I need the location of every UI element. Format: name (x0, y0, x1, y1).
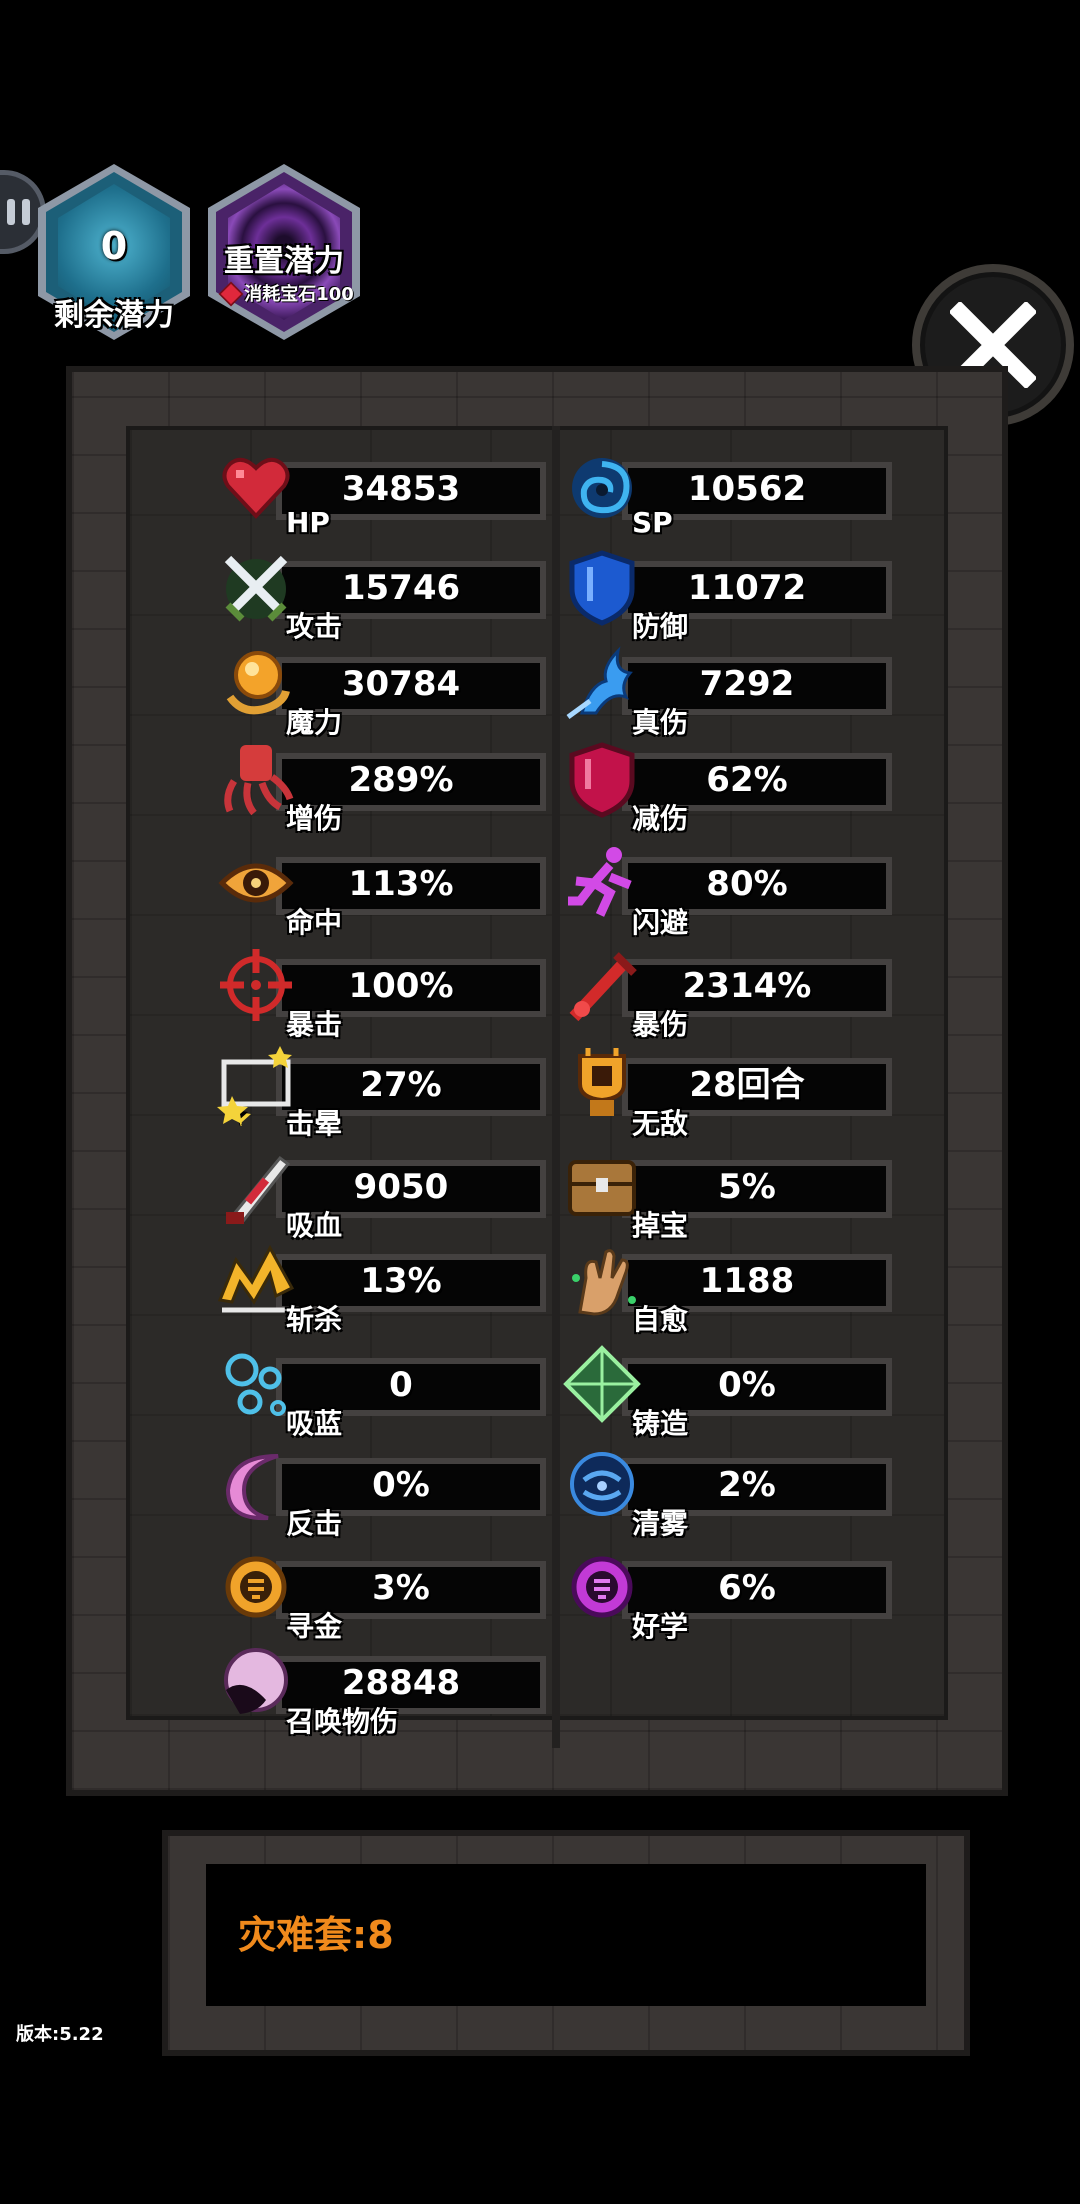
stat-label: SP (632, 506, 673, 539)
stat-row: 28848 召唤物伤 (214, 1640, 554, 1738)
gem-icon (221, 283, 242, 305)
version-label: 版本:5.22 (16, 2024, 104, 2045)
stat-row: 13% 斩杀 (214, 1238, 554, 1336)
stat-label: 攻击 (286, 610, 343, 643)
stat-label: HP (286, 506, 330, 539)
stat-row: 289% 增伤 (214, 737, 554, 835)
stat-row: 0% 反击 (214, 1442, 554, 1540)
stat-row: 1188 自愈 (560, 1238, 900, 1336)
stat-label: 减伤 (632, 802, 689, 835)
stat-label: 增伤 (286, 802, 343, 835)
set-bonus-text: 灾难套:8 (238, 1913, 394, 1957)
stat-label: 好学 (632, 1610, 689, 1643)
stat-row: 0% 铸造 (560, 1342, 900, 1440)
stat-label: 防御 (632, 610, 689, 643)
stat-row: 100% 暴击 (214, 943, 554, 1041)
stat-row: 2314% 暴伤 (560, 943, 900, 1041)
reset-cost-label: 消耗宝石100 (244, 284, 354, 305)
stat-label: 击晕 (286, 1107, 343, 1140)
stat-label: 魔力 (286, 706, 343, 739)
stat-row: 2% 清雾 (560, 1442, 900, 1540)
stat-row: 28回合 无敌 (560, 1042, 900, 1140)
stat-row: 0 吸蓝 (214, 1342, 554, 1440)
stat-label: 反击 (286, 1507, 343, 1540)
reset-potential-button[interactable]: 重置潜力 消耗宝石100 (208, 164, 360, 340)
stat-row: 7292 真伤 (560, 641, 900, 739)
stat-row: 80% 闪避 (560, 841, 900, 939)
stat-row: 34853 HP (214, 446, 554, 539)
stat-label: 斩杀 (286, 1303, 343, 1336)
stat-label: 铸造 (632, 1407, 689, 1440)
stat-row: 15746 攻击 (214, 545, 554, 643)
stat-label: 真伤 (632, 706, 689, 739)
stat-label: 自愈 (632, 1303, 689, 1336)
remaining-potential-value: 0 (100, 224, 128, 268)
stat-label: 命中 (286, 906, 343, 939)
stat-label: 寻金 (286, 1610, 343, 1643)
stat-label: 暴击 (286, 1008, 343, 1041)
stat-label: 清雾 (632, 1507, 689, 1540)
stat-row: 11072 防御 (560, 545, 900, 643)
stat-row: 30784 魔力 (214, 641, 554, 739)
stat-label: 吸蓝 (286, 1407, 343, 1440)
stat-row: 62% 减伤 (560, 737, 900, 835)
stat-label: 召唤物伤 (286, 1705, 399, 1738)
stat-row: 113% 命中 (214, 841, 554, 939)
set-bonus-panel: 灾难套:8 (162, 1830, 970, 2056)
stat-label: 闪避 (632, 906, 689, 939)
stat-row: 9050 吸血 (214, 1144, 554, 1242)
stat-row: 27% 击晕 (214, 1042, 554, 1140)
reset-potential-label: 重置潜力 (224, 244, 344, 279)
remaining-potential-label: 剩余潜力 (54, 298, 174, 333)
stat-row: 6% 好学 (560, 1545, 900, 1643)
remaining-potential-badge: 0 剩余潜力 (38, 164, 190, 340)
stat-row: 10562 SP (560, 446, 900, 539)
stat-row: 5% 掉宝 (560, 1144, 900, 1242)
reset-cost: 消耗宝石100 (202, 280, 374, 306)
stat-label: 无敌 (632, 1107, 689, 1140)
stat-label: 暴伤 (632, 1008, 689, 1041)
stat-row: 3% 寻金 (214, 1545, 554, 1643)
